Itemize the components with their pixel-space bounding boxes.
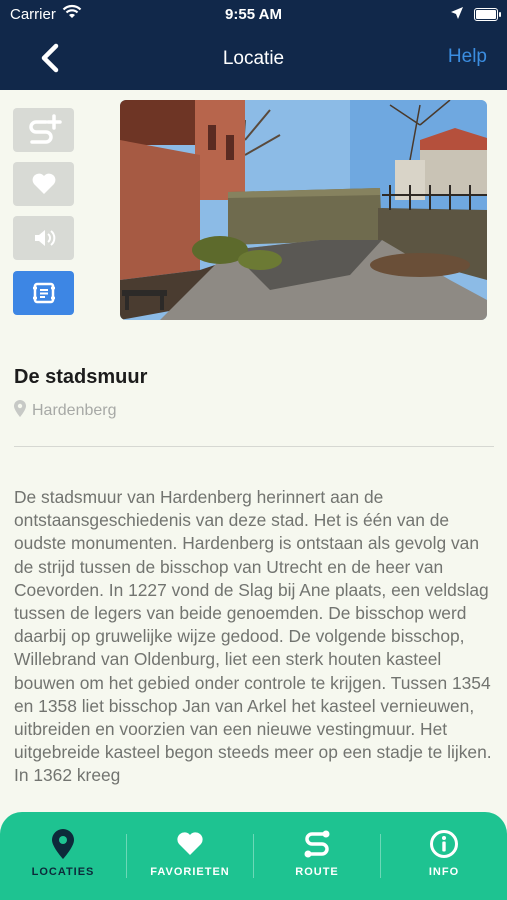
speaker-icon (34, 230, 55, 246)
divider (14, 446, 494, 447)
nav-bar: Locatie Help (0, 38, 507, 82)
location-title: De stadsmuur (14, 366, 148, 388)
status-time: 9:55 AM (225, 6, 282, 23)
heart-icon (32, 173, 55, 194)
heart-icon (176, 828, 204, 860)
favorite-button[interactable] (13, 162, 74, 206)
help-link[interactable]: Help (448, 46, 487, 68)
tab-locaties[interactable]: LOCATIES (0, 812, 126, 900)
location-photo (120, 100, 487, 320)
tab-route[interactable]: ROUTE (254, 812, 380, 900)
location-description: De stadsmuur van Hardenberg herinnert aa… (14, 487, 492, 786)
status-bar: Carrier 9:55 AM (0, 0, 507, 28)
map-pin-icon (14, 400, 26, 422)
tab-label: FAVORIETEN (150, 866, 230, 878)
tab-label: ROUTE (295, 866, 339, 878)
tab-bar: LOCATIES FAVORIETEN ROUTE INFO (0, 812, 507, 900)
info-card-icon (32, 282, 55, 304)
info-icon (429, 828, 459, 860)
location-place-label: Hardenberg (32, 402, 117, 419)
tab-info[interactable]: INFO (381, 812, 507, 900)
tab-label: INFO (428, 866, 460, 878)
header: Carrier 9:55 AM Locatie Help (0, 0, 507, 90)
page-title: Locatie (222, 48, 285, 69)
location-place: Hardenberg (14, 400, 117, 422)
route-icon (302, 828, 332, 860)
tab-label: LOCATIES (31, 866, 95, 878)
map-pin-icon (52, 828, 74, 860)
location-arrow-icon (450, 6, 464, 24)
audio-button[interactable] (13, 216, 74, 260)
route-add-icon (28, 114, 62, 144)
add-to-route-button[interactable] (13, 108, 74, 152)
info-card-button[interactable] (13, 271, 74, 315)
tab-favorieten[interactable]: FAVORIETEN (127, 812, 253, 900)
battery-icon (474, 8, 501, 21)
